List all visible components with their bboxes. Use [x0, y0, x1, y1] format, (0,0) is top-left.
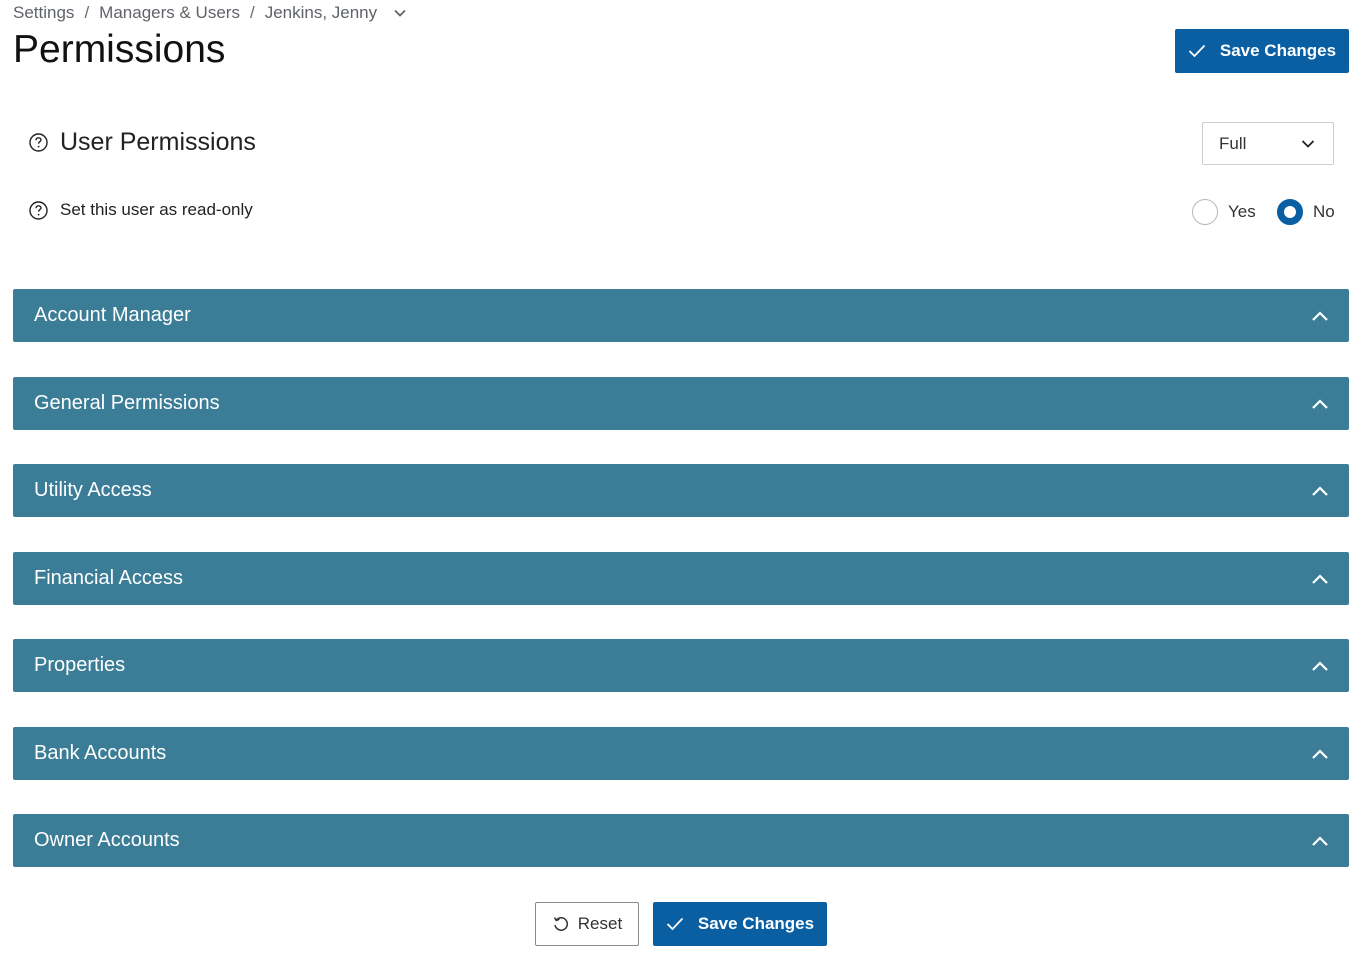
chevron-up-icon[interactable] [1311, 310, 1329, 322]
section-bank-accounts[interactable]: Bank Accounts [13, 727, 1349, 780]
section-label: Bank Accounts [34, 742, 167, 764]
check-icon [666, 917, 684, 931]
permission-level-value: Full [1219, 133, 1247, 153]
chevron-up-icon[interactable] [1311, 660, 1329, 672]
readonly-no-option[interactable]: No [1277, 199, 1335, 225]
breadcrumb-current-user: Jenkins, Jenny [264, 3, 378, 22]
save-changes-label: Save Changes [697, 914, 815, 933]
section-account-manager[interactable]: Account Manager [13, 289, 1349, 342]
section-label: Properties [34, 654, 126, 676]
section-label: Account Manager [34, 304, 191, 326]
section-label: Financial Access [34, 567, 183, 589]
section-label: General Permissions [34, 392, 220, 414]
permissions-page: Settings / Managers & Users / Jenkins, J… [0, 0, 1360, 960]
chevron-down-icon[interactable] [393, 6, 407, 20]
question-circle-icon[interactable] [29, 200, 48, 220]
chevron-up-icon[interactable] [1311, 835, 1329, 847]
breadcrumb-separator: / [84, 3, 90, 22]
save-changes-button-bottom[interactable]: Save Changes [653, 902, 827, 946]
breadcrumb-separator: / [249, 3, 255, 22]
reset-button[interactable]: Reset [535, 902, 639, 946]
save-changes-button[interactable]: Save Changes [1175, 29, 1349, 73]
section-general-permissions[interactable]: General Permissions [13, 377, 1349, 430]
chevron-up-icon[interactable] [1311, 748, 1329, 760]
section-properties[interactable]: Properties [13, 639, 1349, 692]
check-icon [1188, 44, 1206, 58]
save-changes-label: Save Changes [1219, 41, 1337, 60]
radio-no-label[interactable]: No [1313, 202, 1335, 222]
breadcrumb-settings[interactable]: Settings [13, 3, 74, 23]
reset-icon [552, 915, 570, 933]
radio-yes-label[interactable]: Yes [1228, 202, 1256, 222]
readonly-label: Set this user as read-only [60, 200, 253, 219]
radio-no[interactable] [1277, 199, 1303, 225]
permission-level-select[interactable]: Full [1202, 122, 1334, 165]
chevron-up-icon[interactable] [1311, 573, 1329, 585]
user-permissions-label: User Permissions [60, 128, 256, 156]
chevron-up-icon[interactable] [1311, 485, 1329, 497]
section-financial-access[interactable]: Financial Access [13, 552, 1349, 605]
section-utility-access[interactable]: Utility Access [13, 464, 1349, 517]
user-permissions-heading: User Permissions [29, 128, 256, 157]
page-title: Permissions [13, 28, 226, 71]
section-label: Owner Accounts [34, 829, 180, 851]
readonly-yes-option[interactable]: Yes [1192, 199, 1256, 225]
section-label: Utility Access [34, 479, 152, 501]
breadcrumb: Settings / Managers & Users / Jenkins, J… [13, 3, 407, 23]
chevron-down-icon [1301, 139, 1315, 149]
section-owner-accounts[interactable]: Owner Accounts [13, 814, 1349, 867]
readonly-setting: Set this user as read-only [29, 200, 253, 220]
breadcrumb-managers-users[interactable]: Managers & Users [99, 3, 240, 23]
radio-yes[interactable] [1192, 199, 1218, 225]
reset-label: Reset [577, 914, 623, 933]
question-circle-icon[interactable] [29, 133, 48, 152]
chevron-up-icon[interactable] [1311, 398, 1329, 410]
